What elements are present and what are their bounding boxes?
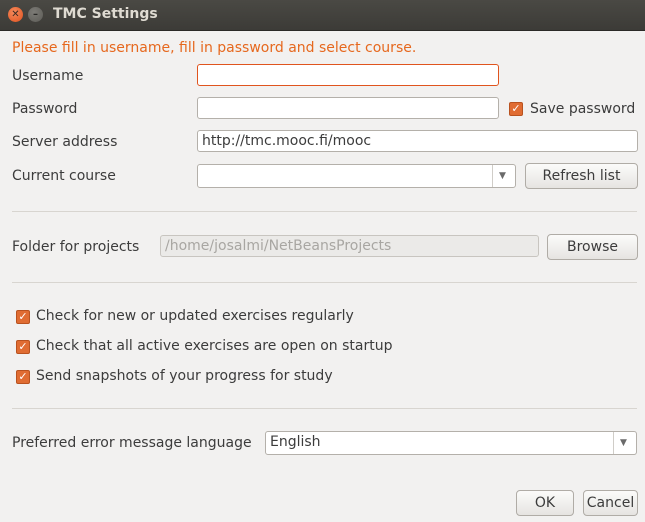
password-field[interactable] [197,97,499,119]
folder-label: Folder for projects [12,239,140,255]
send-snapshots-checkbox[interactable]: ✓ [16,370,30,384]
check-open-on-startup-label: Check that all active exercises are open… [36,338,393,354]
separator [12,282,637,283]
separator [12,211,637,212]
error-language-value: English [270,434,321,450]
current-course-dropdown[interactable]: ▼ [197,164,516,188]
dropdown-arrow-icon[interactable]: ▼ [613,432,636,454]
server-address-label: Server address [12,134,118,150]
window-title: TMC Settings [53,6,158,22]
validation-warning: Please fill in username, fill in passwor… [12,40,417,56]
title-bar: ✕ – TMC Settings [0,0,645,31]
error-language-dropdown[interactable]: English ▼ [265,431,637,455]
dropdown-arrow-icon[interactable]: ▼ [492,165,515,187]
cancel-button[interactable]: Cancel [583,490,638,516]
ok-button[interactable]: OK [516,490,574,516]
check-open-on-startup-checkbox[interactable]: ✓ [16,340,30,354]
error-language-label: Preferred error message language [12,435,252,451]
save-password-checkbox[interactable]: ✓ [509,102,523,116]
folder-field: /home/josalmi/NetBeansProjects [160,235,539,257]
username-field[interactable] [197,64,499,86]
check-updates-label: Check for new or updated exercises regul… [36,308,354,324]
send-snapshots-label: Send snapshots of your progress for stud… [36,368,333,384]
password-label: Password [12,101,78,117]
current-course-label: Current course [12,168,116,184]
minimize-window-icon[interactable]: – [28,7,43,22]
refresh-list-button[interactable]: Refresh list [525,163,638,189]
server-address-field[interactable]: http://tmc.mooc.fi/mooc [197,130,638,152]
check-updates-checkbox[interactable]: ✓ [16,310,30,324]
username-label: Username [12,68,84,84]
browse-button[interactable]: Browse [547,234,638,260]
close-window-icon[interactable]: ✕ [8,7,23,22]
separator [12,408,637,409]
save-password-label: Save password [530,101,636,117]
